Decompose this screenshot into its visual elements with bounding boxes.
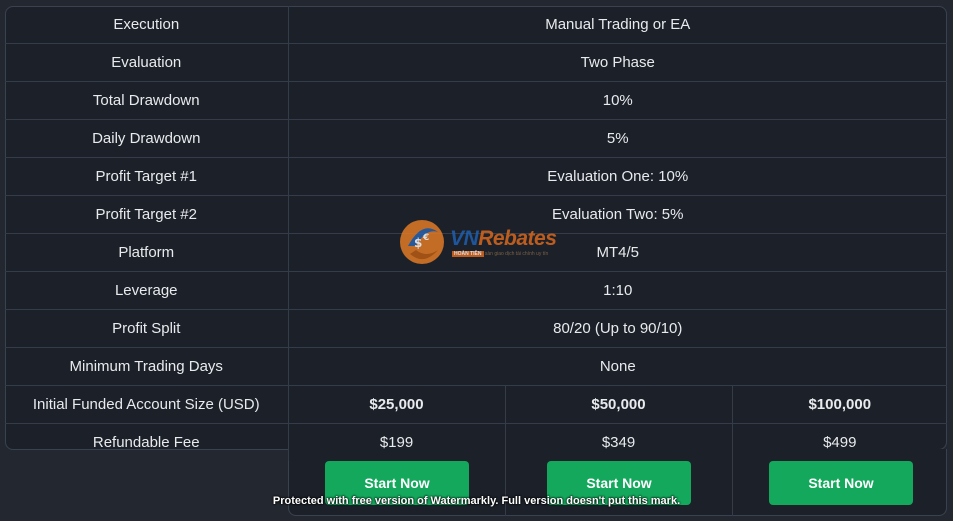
fee-25k: $199 (287, 423, 505, 461)
logo-emblem-icon: $ € (400, 220, 444, 264)
logo-tagline-text: sàn giao dịch tài chính uy tín (484, 251, 549, 257)
row-label-profit-split: Profit Split (5, 309, 288, 348)
fee-label: Refundable Fee (5, 423, 288, 461)
logo-tagline: HOÀN TIỀN sàn giao dịch tài chính uy tín (452, 251, 548, 257)
table-row: Total Drawdown 10% (5, 81, 948, 120)
svg-text:€: € (422, 233, 429, 243)
account-size-25k: $25,000 (287, 385, 505, 424)
page: Execution Manual Trading or EA Evaluatio… (0, 0, 953, 521)
account-size-50k: $50,000 (504, 385, 732, 424)
table-row: Profit Split 80/20 (Up to 90/10) (5, 309, 948, 348)
row-value-profit-target-1: Evaluation One: 10% (287, 157, 948, 196)
account-size-100k: $100,000 (731, 385, 948, 424)
logo-wordmark-vn: VN (450, 227, 479, 250)
row-label-evaluation: Evaluation (5, 43, 288, 82)
row-label-minimum-trading-days: Minimum Trading Days (5, 347, 288, 386)
logo-wordmark: VNRebates (450, 227, 557, 251)
row-label-leverage: Leverage (5, 271, 288, 310)
fee-50k: $349 (504, 423, 732, 461)
row-label-total-drawdown: Total Drawdown (5, 81, 288, 120)
row-value-total-drawdown: 10% (287, 81, 948, 120)
row-label-profit-target-2: Profit Target #2 (5, 195, 288, 234)
row-value-profit-split: 80/20 (Up to 90/10) (287, 309, 948, 348)
table-row: Refundable Fee $199 $349 $499 (5, 423, 948, 461)
table-row: Daily Drawdown 5% (5, 119, 948, 158)
table-row: Minimum Trading Days None (5, 347, 948, 386)
row-value-minimum-trading-days: None (287, 347, 948, 386)
table-row: Evaluation Two Phase (5, 43, 948, 82)
row-label-daily-drawdown: Daily Drawdown (5, 119, 288, 158)
row-label-profit-target-1: Profit Target #1 (5, 157, 288, 196)
svg-text:$: $ (414, 236, 422, 250)
row-value-leverage: 1:10 (287, 271, 948, 310)
table-row: Execution Manual Trading or EA (5, 6, 948, 44)
row-label-execution: Execution (113, 16, 180, 33)
fee-100k: $499 (731, 423, 948, 461)
logo-badge: HOÀN TIỀN (452, 251, 484, 257)
row-value-evaluation: Two Phase (287, 43, 948, 82)
row-value-profit-target-2: Evaluation Two: 5% (287, 195, 948, 234)
row-value-daily-drawdown: 5% (287, 119, 948, 158)
table-row: Initial Funded Account Size (USD) $25,00… (5, 385, 948, 424)
watermark-notice: Protected with free version of Watermark… (272, 495, 681, 507)
table-row: Profit Target #1 Evaluation One: 10% (5, 157, 948, 196)
row-label-platform: Platform (5, 233, 288, 272)
table-row: Leverage 1:10 (5, 271, 948, 310)
vnrebates-logo: $ € VNRebates HOÀN TIỀN sàn giao dịch tà… (398, 216, 583, 268)
logo-wordmark-rebates: Rebates (478, 227, 557, 250)
row-value-execution: Manual Trading or EA (287, 6, 948, 44)
account-size-label: Initial Funded Account Size (USD) (5, 385, 288, 424)
row-value-platform: MT4/5 (287, 233, 948, 272)
